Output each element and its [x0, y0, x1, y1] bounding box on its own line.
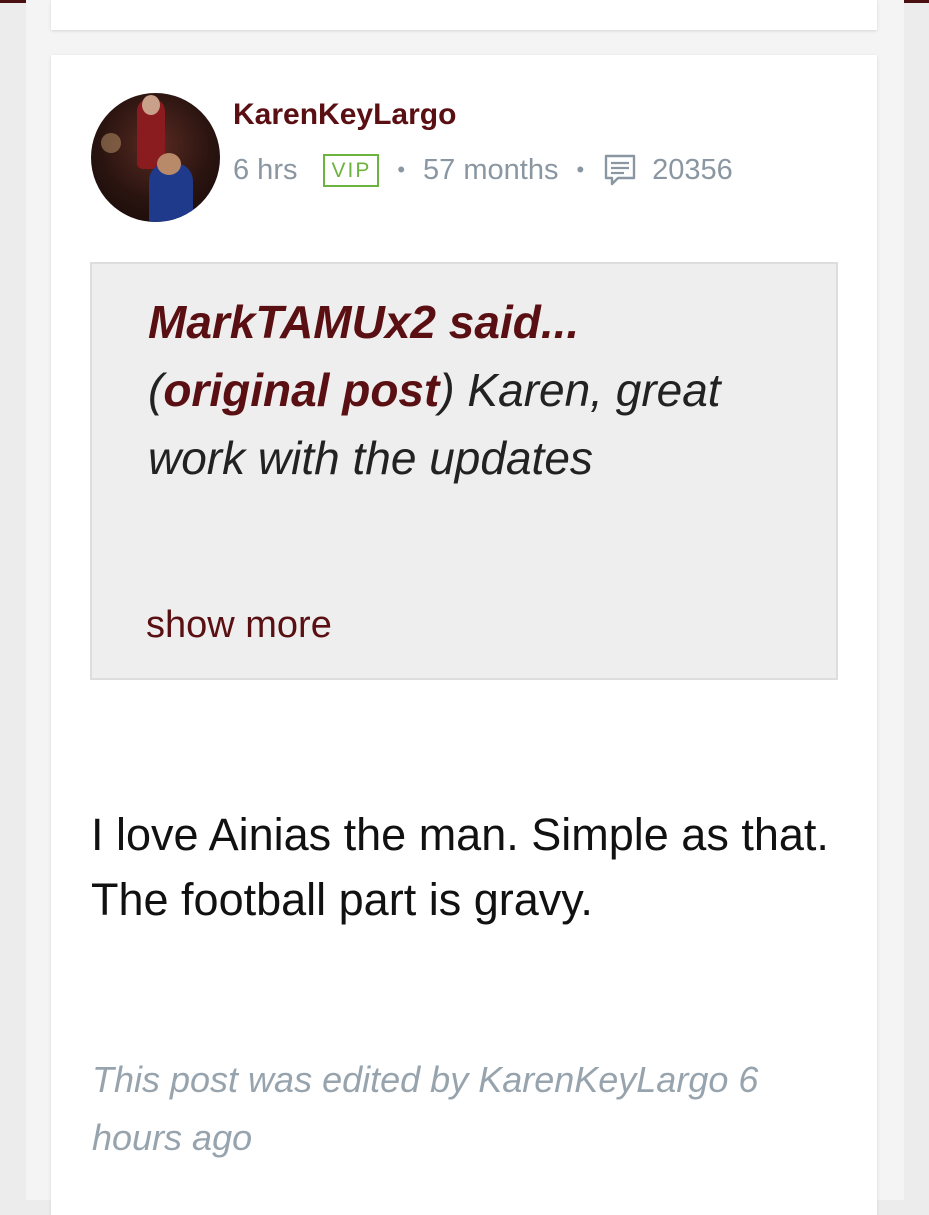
previous-post-card — [51, 0, 877, 30]
quote-author: MarkTAMUx2 said... — [148, 296, 580, 348]
vip-badge: VIP — [323, 153, 380, 187]
show-more-link[interactable]: show more — [146, 604, 332, 647]
meta-separator: • — [397, 157, 406, 182]
post-meta: 6 hrs VIP • 57 months • 20356 — [233, 150, 733, 190]
quote-block: MarkTAMUx2 said... (original post) Karen… — [90, 262, 838, 680]
original-post-link[interactable]: original post — [163, 364, 439, 416]
meta-separator: • — [576, 157, 585, 182]
quote-text: MarkTAMUx2 said... (original post) Karen… — [148, 288, 738, 492]
post-time: 6 hrs — [233, 153, 298, 186]
post-body: I love Ainias the man. Simple as that. T… — [91, 809, 829, 925]
quote-open-paren: ( — [148, 364, 164, 416]
post-count: 20356 — [652, 153, 733, 186]
member-tenure: 57 months — [423, 153, 559, 186]
edit-note: This post was edited by KarenKeyLargo 6 … — [92, 1059, 759, 1158]
user-avatar[interactable] — [91, 93, 220, 222]
username-link[interactable]: KarenKeyLargo — [233, 98, 456, 132]
comment-icon — [604, 154, 636, 186]
forum-post-card: KarenKeyLargo 6 hrs VIP • 57 months • 20… — [51, 55, 877, 1215]
